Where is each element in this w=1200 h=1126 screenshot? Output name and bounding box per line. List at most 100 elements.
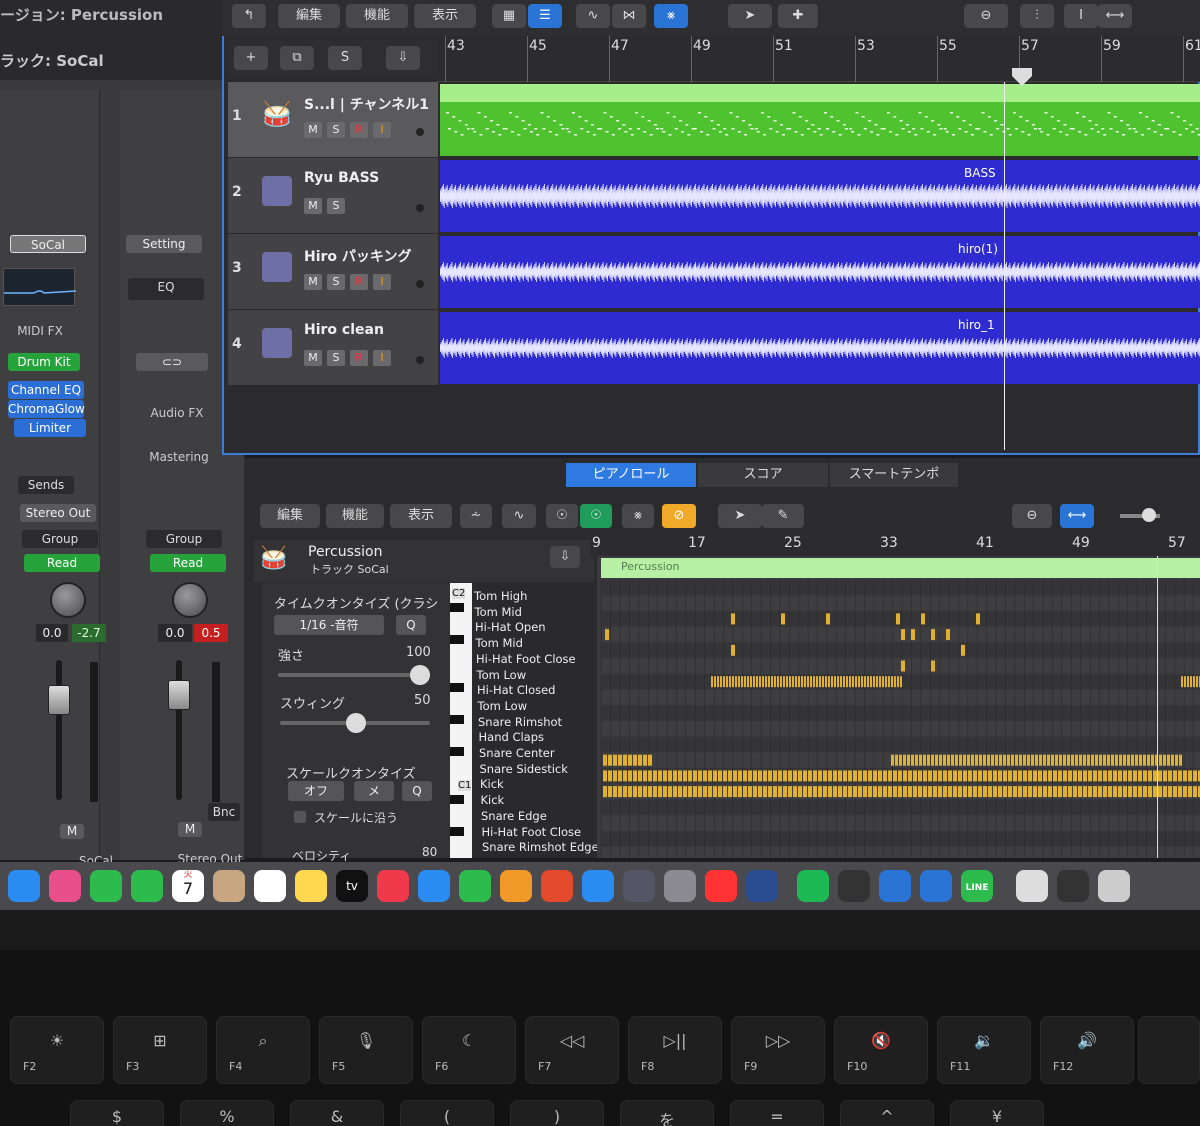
eq-slot[interactable]: EQ — [128, 278, 204, 300]
logic-icon[interactable] — [746, 870, 778, 902]
settings-icon[interactable] — [664, 870, 696, 902]
track-button-m[interactable]: M — [304, 198, 322, 214]
bounce-button[interactable]: Bnc — [208, 803, 240, 821]
app-icon[interactable] — [879, 870, 911, 902]
track-button-s[interactable]: S — [327, 198, 345, 214]
finder-icon[interactable] — [8, 870, 40, 902]
quantize-q-button[interactable]: Q — [396, 615, 426, 635]
editor-ruler[interactable]: 9 17 25 33 41 49 57 — [590, 533, 1200, 557]
youtube-icon[interactable] — [705, 870, 737, 902]
line-icon[interactable]: LINE — [961, 870, 993, 902]
swing-slider-knob[interactable] — [346, 713, 366, 733]
audio-fx-slot[interactable]: Audio FX — [138, 406, 216, 420]
collapse-icon[interactable]: ⩪ — [460, 504, 492, 528]
contacts-icon[interactable] — [213, 870, 245, 902]
black-key[interactable] — [450, 683, 464, 692]
photos-icon[interactable] — [49, 870, 81, 902]
volume-fader[interactable] — [168, 680, 190, 710]
group-slot[interactable]: Group — [22, 530, 98, 548]
track-button-m[interactable]: M — [304, 350, 322, 366]
numbers-icon[interactable] — [459, 870, 491, 902]
appletv-icon[interactable]: tv — [336, 870, 368, 902]
trash-icon[interactable] — [1098, 870, 1130, 902]
grid-view-icon[interactable]: ▦ — [492, 4, 526, 28]
eq-thumbnail[interactable] — [3, 268, 77, 306]
phone-icon[interactable] — [131, 870, 163, 902]
record-enable-dot[interactable] — [416, 356, 424, 364]
plugin-slot-limiter[interactable]: Limiter — [14, 419, 86, 437]
catch-icon[interactable]: ⨳ — [622, 504, 654, 528]
track-region[interactable]: BASS — [440, 160, 1200, 232]
reminders-icon[interactable] — [254, 870, 286, 902]
rocket-icon[interactable] — [541, 870, 573, 902]
link-icon[interactable]: ⊂⊃ — [136, 353, 208, 371]
output-slot[interactable]: Stereo Out — [20, 504, 96, 522]
zoom-slider-knob[interactable] — [1142, 508, 1156, 522]
plugin-slot-channel-eq[interactable]: Channel EQ — [8, 381, 84, 399]
waveform-icon[interactable]: ⫶ — [1020, 4, 1054, 28]
music-icon[interactable] — [377, 870, 409, 902]
setting-button[interactable]: SoCal — [10, 235, 86, 253]
pencil-tool-icon[interactable]: ✚ — [778, 4, 818, 28]
scale-checkbox[interactable] — [294, 811, 306, 823]
sends-slot[interactable]: Sends — [18, 476, 74, 494]
track-region[interactable]: hiro(1) — [440, 236, 1200, 308]
zoom-vertical-icon[interactable]: Ι — [1064, 4, 1098, 28]
simulator-icon[interactable] — [623, 870, 655, 902]
tab-smart-tempo[interactable]: スマートテンポ — [830, 463, 958, 487]
curve-icon[interactable]: ∿ — [576, 4, 610, 28]
flex-icon[interactable]: ⋈ — [612, 4, 646, 28]
mute-button[interactable]: M — [178, 822, 202, 837]
midi-fx-slot[interactable]: MIDI FX — [10, 324, 70, 338]
track-button-s[interactable]: S — [327, 122, 345, 138]
pages-icon[interactable] — [500, 870, 532, 902]
track-header[interactable]: 3 Hiro パッキング M S R I — [228, 234, 438, 310]
calendar-icon[interactable]: 火7 — [172, 870, 204, 902]
track-button-m[interactable]: M — [304, 122, 322, 138]
pencil-tool-icon[interactable]: ✎ — [762, 504, 804, 528]
solo-global-button[interactable]: S — [328, 46, 362, 70]
appstore-icon[interactable] — [582, 870, 614, 902]
automation-read[interactable]: Read — [24, 554, 100, 572]
functions-menu[interactable]: 機能 — [346, 4, 408, 28]
record-enable-dot[interactable] — [416, 204, 424, 212]
track-header[interactable]: 4 Hiro clean M S R I — [228, 310, 438, 386]
piano-roll-grid[interactable]: Percussion — [597, 556, 1200, 858]
editor-functions-menu[interactable]: 機能 — [326, 504, 384, 528]
scale-root-select[interactable]: オフ — [288, 781, 344, 801]
track-button-r[interactable]: R — [350, 274, 368, 290]
track-button-s[interactable]: S — [327, 274, 345, 290]
midi-in-icon[interactable]: ☉ — [546, 504, 578, 528]
scale-q-button[interactable]: Q — [402, 781, 432, 801]
editor-edit-menu[interactable]: 編集 — [260, 504, 320, 528]
mainstage-icon[interactable] — [838, 870, 870, 902]
back-icon[interactable]: ↰ — [232, 4, 266, 28]
group-slot[interactable]: Group — [146, 530, 222, 548]
velocity-tool-icon[interactable]: ∿ — [502, 504, 536, 528]
time-quantize-select[interactable]: 1/16 -音符 — [274, 615, 384, 635]
track-button-i[interactable]: I — [373, 122, 391, 138]
track-header[interactable]: 1 🥁 S...l | チャンネル1 M S R I — [228, 82, 438, 158]
music-file-icon[interactable] — [1016, 870, 1048, 902]
facetime-icon[interactable] — [90, 870, 122, 902]
zoom-horizontal-icon[interactable]: ⟷ — [1098, 4, 1132, 28]
track-button-s[interactable]: S — [327, 350, 345, 366]
fit-icon[interactable]: ⟷ — [1060, 504, 1094, 528]
snap-icon[interactable]: ⊖ — [964, 4, 1008, 28]
track-region[interactable]: hiro_1 — [440, 312, 1200, 384]
duplicate-track-icon[interactable]: ⧉ — [280, 46, 314, 70]
add-track-icon[interactable]: + — [234, 46, 268, 70]
volume-fader[interactable] — [48, 685, 70, 715]
midi-out-icon[interactable]: ☉ — [580, 504, 612, 528]
black-key[interactable] — [450, 715, 464, 724]
plugin-slot-chromaglow[interactable]: ChromaGlow — [8, 400, 85, 418]
volume-fader-track[interactable] — [56, 660, 62, 800]
strength-slider-knob[interactable] — [410, 665, 430, 685]
black-key[interactable] — [450, 635, 464, 644]
scale-type-select[interactable]: メ — [354, 781, 394, 801]
download-icon[interactable]: ⇩ — [386, 46, 420, 70]
black-key[interactable] — [450, 747, 464, 756]
list-view-icon[interactable]: ☰ — [528, 4, 562, 28]
snap-icon[interactable]: ⊖ — [1012, 504, 1052, 528]
spotify-icon[interactable] — [797, 870, 829, 902]
